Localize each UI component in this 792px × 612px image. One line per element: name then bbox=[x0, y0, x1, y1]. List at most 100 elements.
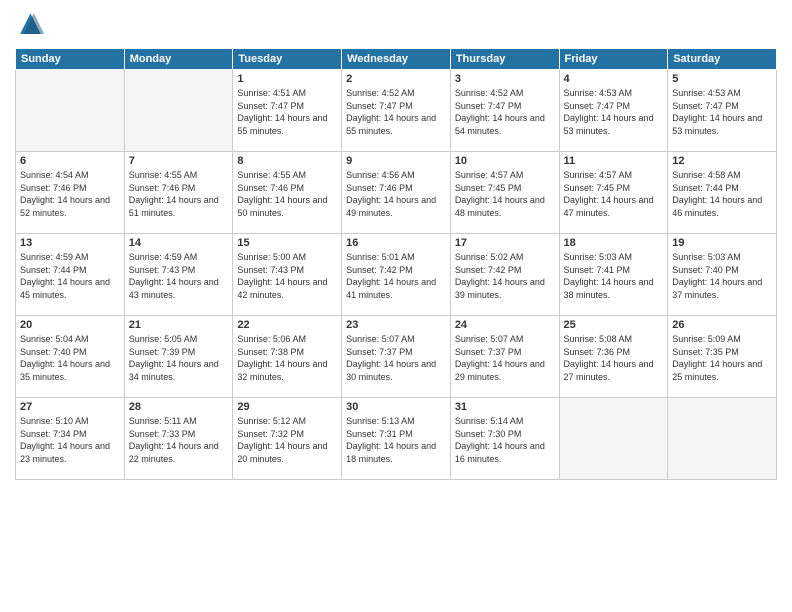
day-number: 4 bbox=[564, 73, 664, 85]
day-info: Sunrise: 4:54 AMSunset: 7:46 PMDaylight:… bbox=[20, 169, 120, 219]
weekday-header: Sunday bbox=[16, 49, 125, 70]
calendar-week-row: 27 Sunrise: 5:10 AMSunset: 7:34 PMDayligh… bbox=[16, 398, 777, 480]
calendar-day-cell: 12Sunrise: 4:58 AMSunset: 7:44 PMDayligh… bbox=[668, 152, 777, 234]
day-number: 9 bbox=[346, 155, 446, 167]
calendar-day-cell: 31Sunrise: 5:14 AMSunset: 7:30 PMDayligh… bbox=[450, 398, 559, 480]
day-info: Sunrise: 5:02 AMSunset: 7:42 PMDaylight:… bbox=[455, 251, 555, 301]
day-number: 8 bbox=[237, 155, 337, 167]
day-number: 12 bbox=[672, 155, 772, 167]
day-info: Sunrise: 5:01 AMSunset: 7:42 PMDaylight:… bbox=[346, 251, 446, 301]
weekday-header: Saturday bbox=[668, 49, 777, 70]
calendar-day-cell: 20 Sunrise: 5:04 AMSunset: 7:40 PMDayligh… bbox=[16, 316, 125, 398]
day-info: Sunrise: 5:08 AMSunset: 7:36 PMDaylight:… bbox=[564, 333, 664, 383]
day-info: Sunrise: 5:13 AMSunset: 7:31 PMDaylight:… bbox=[346, 415, 446, 465]
day-number: 27 bbox=[20, 401, 120, 413]
day-number: 5 bbox=[672, 73, 772, 85]
day-number: 29 bbox=[237, 401, 337, 413]
day-info: Sunrise: 5:03 AMSunset: 7:41 PMDaylight:… bbox=[564, 251, 664, 301]
day-info: Sunrise: 4:55 AMSunset: 7:46 PMDaylight:… bbox=[237, 169, 337, 219]
calendar-day-cell: 22 Sunrise: 5:06 AMSunset: 7:38 PMDayligh… bbox=[233, 316, 342, 398]
day-number: 24 bbox=[455, 319, 555, 331]
calendar-week-row: 20 Sunrise: 5:04 AMSunset: 7:40 PMDayligh… bbox=[16, 316, 777, 398]
day-number: 20 bbox=[20, 319, 120, 331]
day-number: 23 bbox=[346, 319, 446, 331]
calendar-day-cell: 17 Sunrise: 5:02 AMSunset: 7:42 PMDayligh… bbox=[450, 234, 559, 316]
day-info: Sunrise: 5:05 AMSunset: 7:39 PMDaylight:… bbox=[129, 333, 229, 383]
calendar-day-cell: 19 Sunrise: 5:03 AMSunset: 7:40 PMDayligh… bbox=[668, 234, 777, 316]
calendar-day-cell: 14 Sunrise: 4:59 AMSunset: 7:43 PMDayligh… bbox=[124, 234, 233, 316]
weekday-header: Wednesday bbox=[342, 49, 451, 70]
day-info: Sunrise: 4:53 AMSunset: 7:47 PMDaylight:… bbox=[672, 87, 772, 137]
calendar-day-cell: 29 Sunrise: 5:12 AMSunset: 7:32 PMDayligh… bbox=[233, 398, 342, 480]
day-number: 17 bbox=[455, 237, 555, 249]
calendar-day-cell: 24 Sunrise: 5:07 AMSunset: 7:37 PMDayligh… bbox=[450, 316, 559, 398]
calendar-day-cell: 10 Sunrise: 4:57 AMSunset: 7:45 PMDayligh… bbox=[450, 152, 559, 234]
logo-icon bbox=[15, 10, 45, 40]
calendar-day-cell: 13 Sunrise: 4:59 AMSunset: 7:44 PMDayligh… bbox=[16, 234, 125, 316]
day-info: Sunrise: 5:04 AMSunset: 7:40 PMDaylight:… bbox=[20, 333, 120, 383]
day-number: 10 bbox=[455, 155, 555, 167]
calendar-header-row: SundayMondayTuesdayWednesdayThursdayFrid… bbox=[16, 49, 777, 70]
day-info: Sunrise: 4:55 AMSunset: 7:46 PMDaylight:… bbox=[129, 169, 229, 219]
calendar-day-cell: 6 Sunrise: 4:54 AMSunset: 7:46 PMDaylight… bbox=[16, 152, 125, 234]
day-info: Sunrise: 5:00 AMSunset: 7:43 PMDaylight:… bbox=[237, 251, 337, 301]
day-number: 22 bbox=[237, 319, 337, 331]
calendar-day-cell: 3 Sunrise: 4:52 AMSunset: 7:47 PMDaylight… bbox=[450, 70, 559, 152]
day-info: Sunrise: 4:57 AMSunset: 7:45 PMDaylight:… bbox=[564, 169, 664, 219]
calendar-day-cell: 9 Sunrise: 4:56 AMSunset: 7:46 PMDaylight… bbox=[342, 152, 451, 234]
day-info: Sunrise: 4:56 AMSunset: 7:46 PMDaylight:… bbox=[346, 169, 446, 219]
day-info: Sunrise: 5:12 AMSunset: 7:32 PMDaylight:… bbox=[237, 415, 337, 465]
day-number: 6 bbox=[20, 155, 120, 167]
calendar-day-cell: 2Sunrise: 4:52 AMSunset: 7:47 PMDaylight… bbox=[342, 70, 451, 152]
weekday-header: Thursday bbox=[450, 49, 559, 70]
calendar-day-cell: 25 Sunrise: 5:08 AMSunset: 7:36 PMDayligh… bbox=[559, 316, 668, 398]
day-number: 13 bbox=[20, 237, 120, 249]
day-number: 15 bbox=[237, 237, 337, 249]
day-number: 7 bbox=[129, 155, 229, 167]
page: SundayMondayTuesdayWednesdayThursdayFrid… bbox=[0, 0, 792, 612]
weekday-header: Friday bbox=[559, 49, 668, 70]
day-info: Sunrise: 4:51 AMSunset: 7:47 PMDaylight:… bbox=[237, 87, 337, 137]
day-info: Sunrise: 4:59 AMSunset: 7:44 PMDaylight:… bbox=[20, 251, 120, 301]
day-info: Sunrise: 5:07 AMSunset: 7:37 PMDaylight:… bbox=[455, 333, 555, 383]
calendar-day-cell: 1 Sunrise: 4:51 AMSunset: 7:47 PMDaylight… bbox=[233, 70, 342, 152]
weekday-header: Tuesday bbox=[233, 49, 342, 70]
day-number: 26 bbox=[672, 319, 772, 331]
calendar-day-cell: 26Sunrise: 5:09 AMSunset: 7:35 PMDayligh… bbox=[668, 316, 777, 398]
day-info: Sunrise: 4:52 AMSunset: 7:47 PMDaylight:… bbox=[346, 87, 446, 137]
day-info: Sunrise: 4:57 AMSunset: 7:45 PMDaylight:… bbox=[455, 169, 555, 219]
day-number: 28 bbox=[129, 401, 229, 413]
calendar-day-cell: 30 Sunrise: 5:13 AMSunset: 7:31 PMDayligh… bbox=[342, 398, 451, 480]
calendar-day-cell: 21 Sunrise: 5:05 AMSunset: 7:39 PMDayligh… bbox=[124, 316, 233, 398]
calendar-day-cell: 16Sunrise: 5:01 AMSunset: 7:42 PMDayligh… bbox=[342, 234, 451, 316]
calendar-day-cell bbox=[16, 70, 125, 152]
day-info: Sunrise: 4:59 AMSunset: 7:43 PMDaylight:… bbox=[129, 251, 229, 301]
day-number: 3 bbox=[455, 73, 555, 85]
day-info: Sunrise: 4:53 AMSunset: 7:47 PMDaylight:… bbox=[564, 87, 664, 137]
day-number: 21 bbox=[129, 319, 229, 331]
calendar-day-cell: 11Sunrise: 4:57 AMSunset: 7:45 PMDayligh… bbox=[559, 152, 668, 234]
day-number: 30 bbox=[346, 401, 446, 413]
day-number: 19 bbox=[672, 237, 772, 249]
header bbox=[15, 10, 777, 40]
calendar-day-cell: 5 Sunrise: 4:53 AMSunset: 7:47 PMDaylight… bbox=[668, 70, 777, 152]
day-info: Sunrise: 5:10 AMSunset: 7:34 PMDaylight:… bbox=[20, 415, 120, 465]
day-info: Sunrise: 5:14 AMSunset: 7:30 PMDaylight:… bbox=[455, 415, 555, 465]
calendar-day-cell: 15 Sunrise: 5:00 AMSunset: 7:43 PMDayligh… bbox=[233, 234, 342, 316]
calendar-table: SundayMondayTuesdayWednesdayThursdayFrid… bbox=[15, 48, 777, 480]
day-number: 1 bbox=[237, 73, 337, 85]
day-number: 18 bbox=[564, 237, 664, 249]
calendar-day-cell: 18 Sunrise: 5:03 AMSunset: 7:41 PMDayligh… bbox=[559, 234, 668, 316]
day-number: 25 bbox=[564, 319, 664, 331]
calendar-day-cell: 28Sunrise: 5:11 AMSunset: 7:33 PMDayligh… bbox=[124, 398, 233, 480]
day-info: Sunrise: 5:03 AMSunset: 7:40 PMDaylight:… bbox=[672, 251, 772, 301]
day-number: 14 bbox=[129, 237, 229, 249]
calendar-day-cell bbox=[559, 398, 668, 480]
calendar-week-row: 13 Sunrise: 4:59 AMSunset: 7:44 PMDayligh… bbox=[16, 234, 777, 316]
calendar-day-cell bbox=[124, 70, 233, 152]
day-info: Sunrise: 5:06 AMSunset: 7:38 PMDaylight:… bbox=[237, 333, 337, 383]
calendar-day-cell: 4 Sunrise: 4:53 AMSunset: 7:47 PMDaylight… bbox=[559, 70, 668, 152]
calendar-week-row: 6 Sunrise: 4:54 AMSunset: 7:46 PMDaylight… bbox=[16, 152, 777, 234]
calendar-day-cell: 7 Sunrise: 4:55 AMSunset: 7:46 PMDaylight… bbox=[124, 152, 233, 234]
day-info: Sunrise: 4:52 AMSunset: 7:47 PMDaylight:… bbox=[455, 87, 555, 137]
